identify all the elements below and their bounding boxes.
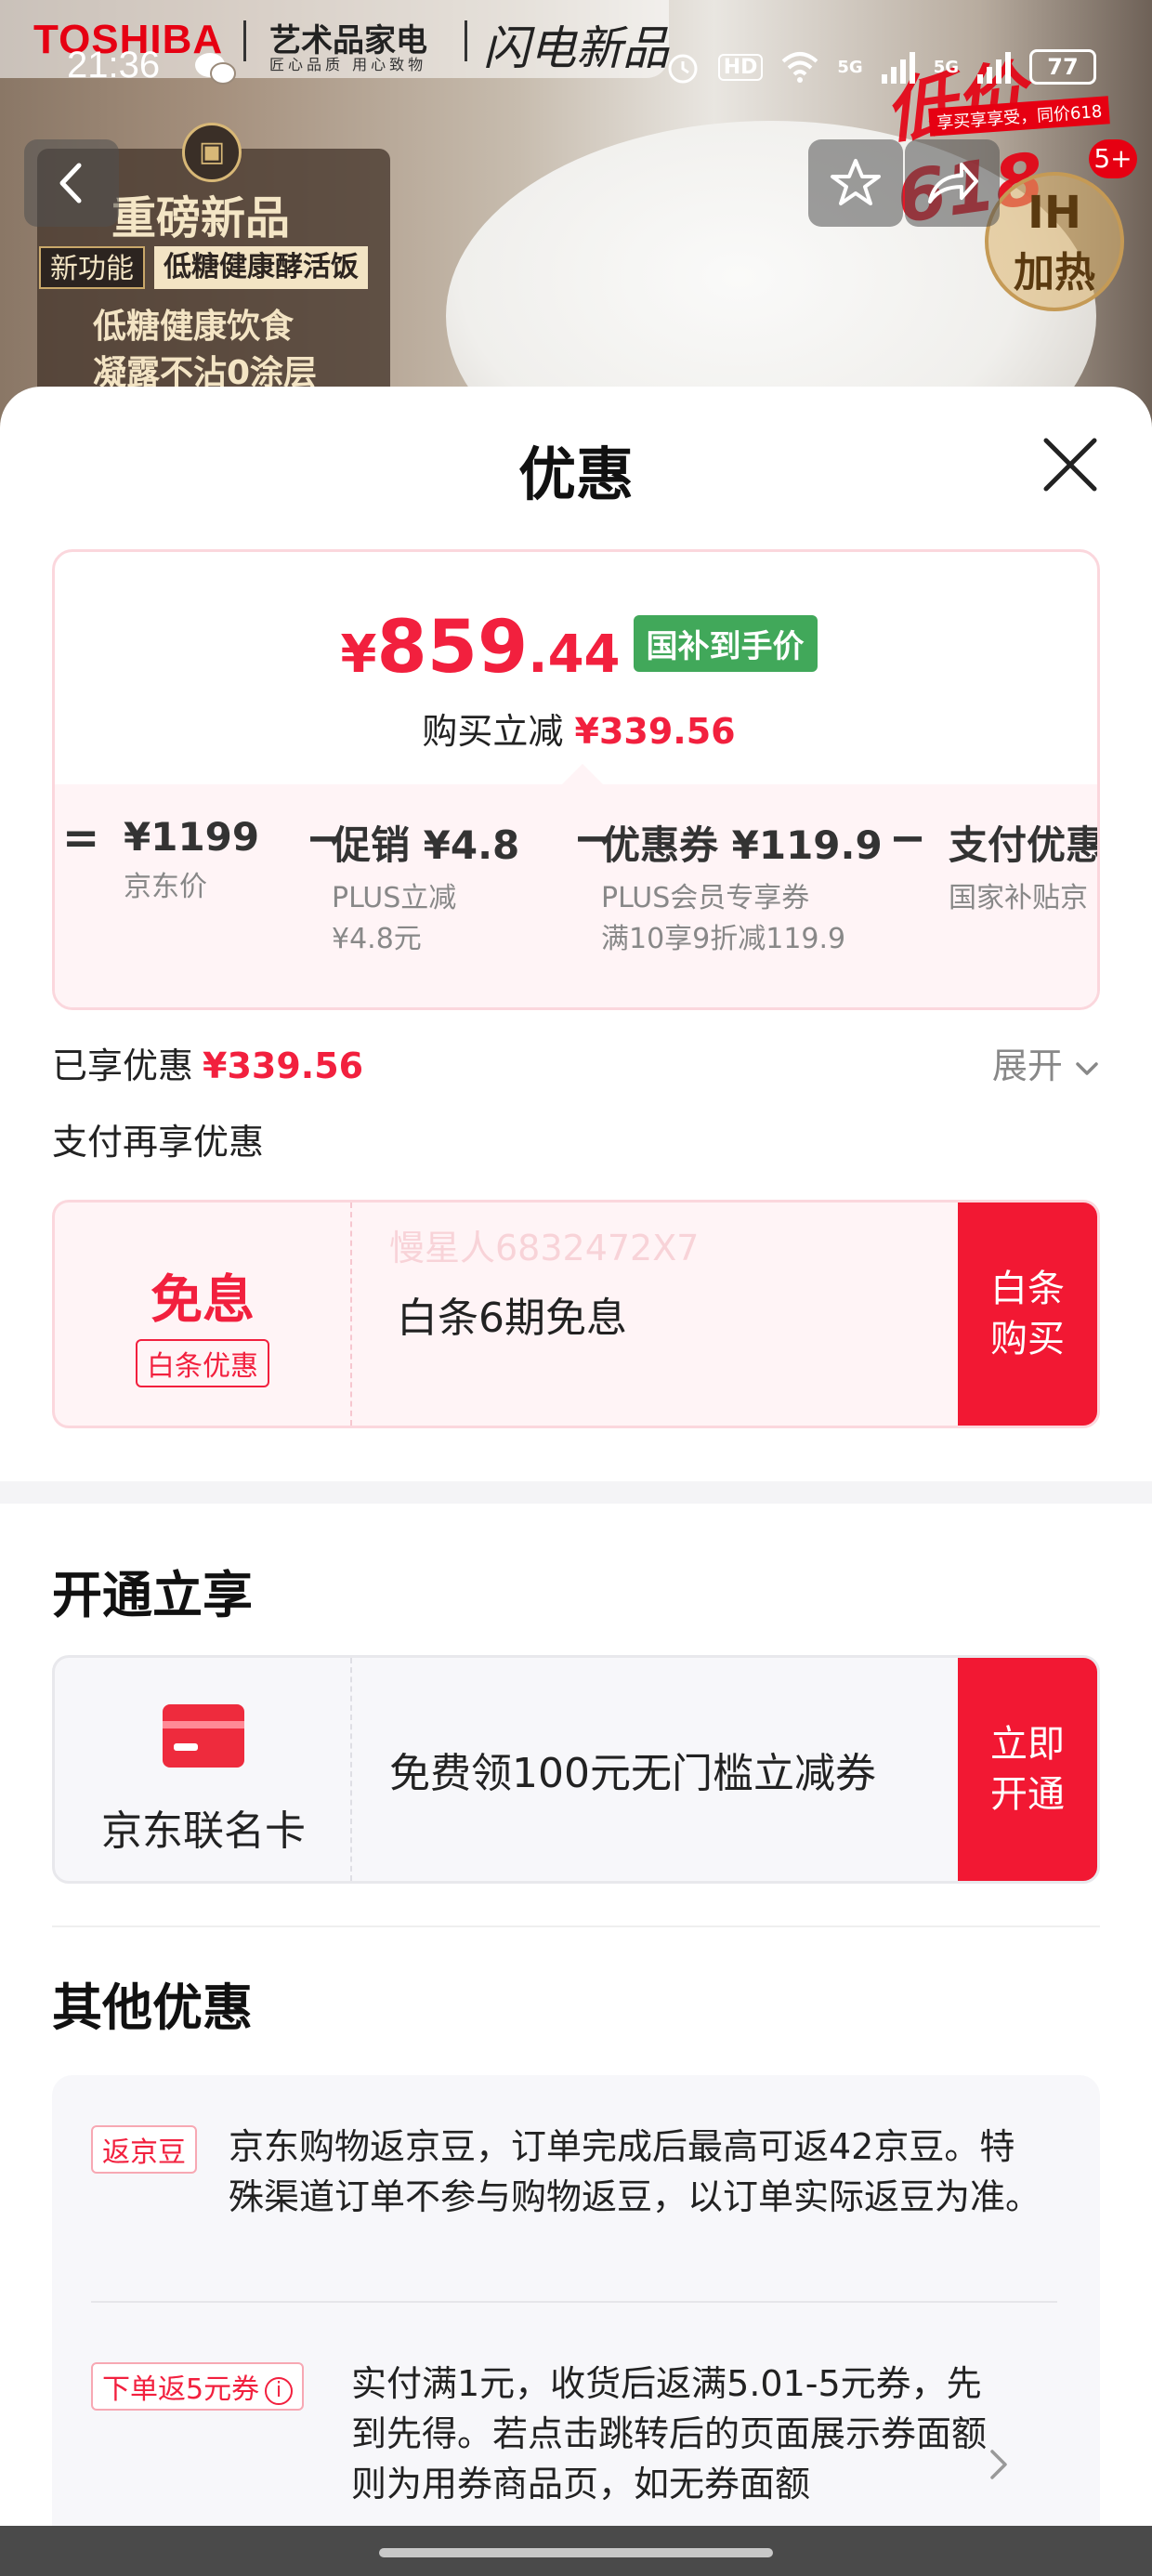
system-nav-bar [0, 2526, 1152, 2576]
hd-indicator: HD [717, 53, 764, 81]
notification-badge: 5+ [1089, 139, 1137, 178]
open-now-button[interactable]: 立即 开通 [958, 1658, 1097, 1881]
baitiao-description: 白条6期免息 [397, 1295, 627, 1342]
open-enjoy-title: 开通立享 [52, 1566, 253, 1624]
status-time: 21:36 [67, 45, 161, 85]
alarm-icon [668, 54, 698, 84]
price-decimal: .44 [528, 624, 621, 685]
pay-more-heading: 支付再享优惠 [52, 1122, 265, 1163]
battery-indicator: 77 [1029, 49, 1096, 85]
feature-tag: 新功能 [39, 246, 145, 289]
open-now-label: 立即 开通 [990, 1723, 1065, 1816]
breakdown-title: 促销 ¥4.8 [332, 822, 520, 868]
breakdown-item-coupon: 优惠券 ¥119.9 PLUS会员专享券满10享9折减119.9 [601, 814, 883, 960]
wifi-icon [782, 52, 818, 83]
other-offers-list: 返京豆 京东购物返京豆，订单完成后最高可返42京豆。特殊渠道订单不参与购物返豆，… [52, 2075, 1100, 2558]
discount-sheet: 优惠 ¥859.44 国补到手价 购买立减 ¥339.56 = ¥1199 京东价… [0, 387, 1152, 2558]
enjoyed-label: 已享优惠 [52, 1045, 194, 1086]
credit-card-icon [163, 1704, 244, 1768]
expand-button[interactable]: 展开 [992, 1037, 1100, 1088]
offer-tag: 返京豆 [91, 2125, 197, 2174]
signal-icon [881, 52, 915, 84]
signal-label-1: 5G [837, 57, 863, 77]
offer-tag-label: 下单返5元券 [102, 2373, 260, 2406]
favorite-button[interactable] [808, 139, 903, 227]
back-button[interactable] [24, 139, 119, 227]
reduction-value: ¥339.56 [574, 711, 736, 752]
offer-description: 京东购物返京豆，订单完成后最高可返42京豆。特殊渠道订单不参与购物返豆，以订单实… [229, 2126, 1041, 2217]
close-icon[interactable] [1039, 433, 1102, 496]
breakdown-operator: − [889, 812, 927, 864]
share-arrow-icon [928, 163, 978, 204]
cobranded-description: 免费领100元无门槛立减券 [389, 1750, 876, 1797]
offer-jingdou[interactable]: 返京豆 京东购物返京豆，订单完成后最高可返42京豆。特殊渠道订单不参与购物返豆，… [91, 2122, 1057, 2280]
breakdown-item-payment: 支付优惠 国家补贴京 [949, 814, 1100, 919]
cobranded-left: 京东联名卡 [55, 1658, 352, 1881]
price-breakdown[interactable]: = ¥1199 京东价 − 促销 ¥4.8 PLUS立减 ¥4.8元 − 优惠券 … [55, 784, 1100, 1007]
breakdown-desc-line1: PLUS会员专享券 [601, 882, 810, 914]
breakdown-title: 支付优惠 [949, 822, 1100, 868]
chevron-left-icon [59, 163, 82, 204]
subsidy-price-tag: 国补到手价 [633, 615, 818, 672]
breakdown-operator: = [62, 812, 100, 864]
breakdown-desc-line1: PLUS立减 [332, 882, 457, 914]
breakdown-desc: 京东价 [124, 871, 207, 903]
instant-reduction: 购买立减 ¥339.56 [55, 703, 1097, 754]
chevron-down-icon [1076, 1062, 1098, 1075]
cube-icon: ▣ [182, 123, 242, 182]
ih-sublabel: 加热 [1014, 249, 1095, 296]
share-button[interactable] [905, 139, 1000, 227]
chevron-right-icon[interactable] [985, 2446, 1013, 2483]
offer-description: 实付满1元，收货后返满5.01-5元券，先到先得。若点击跳转后的页面展示券面额则… [351, 2363, 988, 2504]
sheet-title: 优惠 [517, 440, 634, 508]
breakdown-desc-line2: ¥4.8元 [332, 923, 422, 955]
breakdown-desc: PLUS立减 ¥4.8元 [332, 878, 519, 960]
info-icon[interactable]: i [265, 2377, 294, 2405]
cobranded-card-offer[interactable]: 京东联名卡 免费领100元无门槛立减券 立即 开通 [52, 1655, 1100, 1884]
offer-tag: 下单返5元券 i [91, 2362, 305, 2411]
user-watermark: 慢星人6832472X7 [389, 1228, 700, 1268]
new-product-title: 重磅新品 [111, 192, 291, 244]
baitiao-offer-card[interactable]: 免息 白条优惠 慢星人6832472X7 白条6期免息 白条 购买 [52, 1200, 1100, 1428]
breakdown-pointer [562, 764, 603, 784]
breakdown-title: ¥1199 [124, 814, 260, 860]
star-icon [831, 159, 881, 205]
ih-label: IH [1027, 187, 1082, 239]
reduction-label: 购买立减 [422, 711, 564, 752]
status-icons: HD 5G 5G 77 [664, 48, 1096, 85]
breakdown-title: 优惠券 ¥119.9 [601, 822, 883, 868]
final-price: ¥859.44 国补到手价 [55, 606, 1097, 690]
wechat-icon [195, 53, 236, 85]
cobranded-card-name: 京东联名卡 [101, 1807, 306, 1855]
breakdown-item-jd-price: ¥1199 京东价 [124, 814, 259, 908]
breakdown-desc: PLUS会员专享券满10享9折减119.9 [601, 878, 883, 960]
breakdown-item-promotion: 促销 ¥4.8 PLUS立减 ¥4.8元 [332, 814, 519, 960]
baitiao-buy-button[interactable]: 白条 购买 [958, 1203, 1097, 1426]
feature-name: 低糖健康酵活饭 [154, 246, 368, 289]
status-bar: 21:36 HD 5G 5G 77 [0, 37, 1152, 102]
ih-heating-badge: IH 加热 [985, 172, 1124, 311]
section-divider [0, 1481, 1152, 1504]
price-integer: 859 [376, 606, 529, 690]
enjoyed-discount: 已享优惠 ¥339.56 [52, 1037, 363, 1088]
baitiao-tag: 白条优惠 [136, 1339, 269, 1387]
breakdown-desc-line2: 满10享9折减119.9 [601, 923, 846, 955]
signal-icon [977, 52, 1011, 84]
signal-label-2: 5G [933, 57, 959, 77]
breakdown-desc: 国家补贴京 [949, 882, 1088, 914]
divider [52, 1925, 1100, 1927]
price-currency: ¥ [340, 624, 377, 685]
interest-free-label: 免息 [151, 1270, 255, 1331]
expand-label: 展开 [991, 1045, 1063, 1086]
other-offers-title: 其他优惠 [52, 1978, 253, 2037]
offer-divider [91, 2301, 1057, 2303]
price-summary-card: ¥859.44 国补到手价 购买立减 ¥339.56 = ¥1199 京东价 − … [52, 549, 1100, 1010]
baitiao-left: 免息 白条优惠 [55, 1203, 352, 1426]
feature-line-1: 低糖健康饮食 [93, 308, 295, 346]
baitiao-buy-label: 白条 购买 [990, 1268, 1065, 1360]
home-indicator[interactable] [379, 2548, 773, 2557]
enjoyed-value: ¥339.56 [203, 1045, 364, 1086]
